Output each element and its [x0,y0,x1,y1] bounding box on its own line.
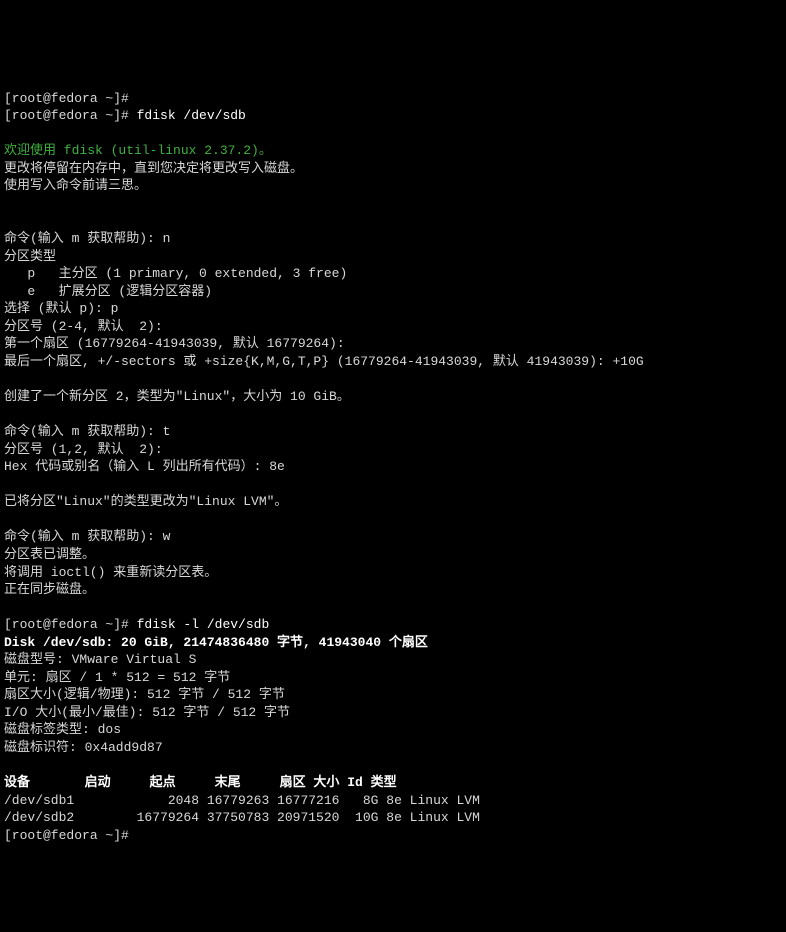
welcome-line: 欢迎使用 fdisk (util-linux 2.37.2)。 [4,143,272,158]
terminal-output: [root@fedora ~]# [root@fedora ~]# fdisk … [4,72,782,844]
table-adjusted: 分区表已调整。 [4,547,95,562]
info-line: 更改将停留在内存中，直到您决定将更改写入磁盘。 [4,161,303,176]
cmd-fdisk-l[interactable]: fdisk -l /dev/sdb [137,617,270,632]
sector-size: 扇区大小(逻辑/物理): 512 字节 / 512 字节 [4,687,285,702]
prompt-2: [root@fedora ~]# [4,617,137,632]
partition-number-2: 分区号 (1,2, 默认 2): [4,442,163,457]
ioctl-line: 将调用 ioctl() 来重新读分区表。 [4,565,217,580]
hex-code: Hex 代码或别名（输入 L 列出所有代码）: 8e [4,459,285,474]
select-default: 选择 (默认 p): p [4,301,118,316]
partition-type-e: e 扩展分区 (逻辑分区容器) [4,284,212,299]
table-header: 设备 启动 起点 末尾 扇区 大小 Id 类型 [4,775,397,790]
units: 单元: 扇区 / 1 * 512 = 512 字节 [4,670,230,685]
last-sector: 最后一个扇区, +/-sectors 或 +size{K,M,G,T,P} (1… [4,354,644,369]
cmd-prompt-t: 命令(输入 m 获取帮助): t [4,424,170,439]
disklabel-type: 磁盘标签类型: dos [4,722,121,737]
first-sector: 第一个扇区 (16779264-41943039, 默认 16779264): [4,336,345,351]
prompt-1: [root@fedora ~]# [4,108,137,123]
disk-model: 磁盘型号: VMware Virtual S [4,652,196,667]
cmd-fdisk[interactable]: fdisk /dev/sdb [137,108,246,123]
partition-type-header: 分区类型 [4,249,56,264]
disk-header: Disk /dev/sdb: 20 GiB, 21474836480 字节, 4… [4,635,428,650]
partition-number: 分区号 (2-4, 默认 2): [4,319,163,334]
created-partition: 创建了一个新分区 2，类型为"Linux"，大小为 10 GiB。 [4,389,350,404]
prompt-3[interactable]: [root@fedora ~]# [4,828,129,843]
cmd-prompt-n: 命令(输入 m 获取帮助): n [4,231,170,246]
table-row: /dev/sdb1 2048 16779263 16777216 8G 8e L… [4,793,480,808]
cmd-prompt-w: 命令(输入 m 获取帮助): w [4,529,170,544]
info-line: 使用写入命令前请三思。 [4,178,147,193]
syncing-disk: 正在同步磁盘。 [4,582,95,597]
type-changed: 已将分区"Linux"的类型更改为"Linux LVM"。 [4,494,287,509]
line-prev-prompt: [root@fedora ~]# [4,91,129,106]
disk-identifier: 磁盘标识符: 0x4add9d87 [4,740,163,755]
io-size: I/O 大小(最小/最佳): 512 字节 / 512 字节 [4,705,290,720]
table-row: /dev/sdb2 16779264 37750783 20971520 10G… [4,810,480,825]
partition-type-p: p 主分区 (1 primary, 0 extended, 3 free) [4,266,347,281]
